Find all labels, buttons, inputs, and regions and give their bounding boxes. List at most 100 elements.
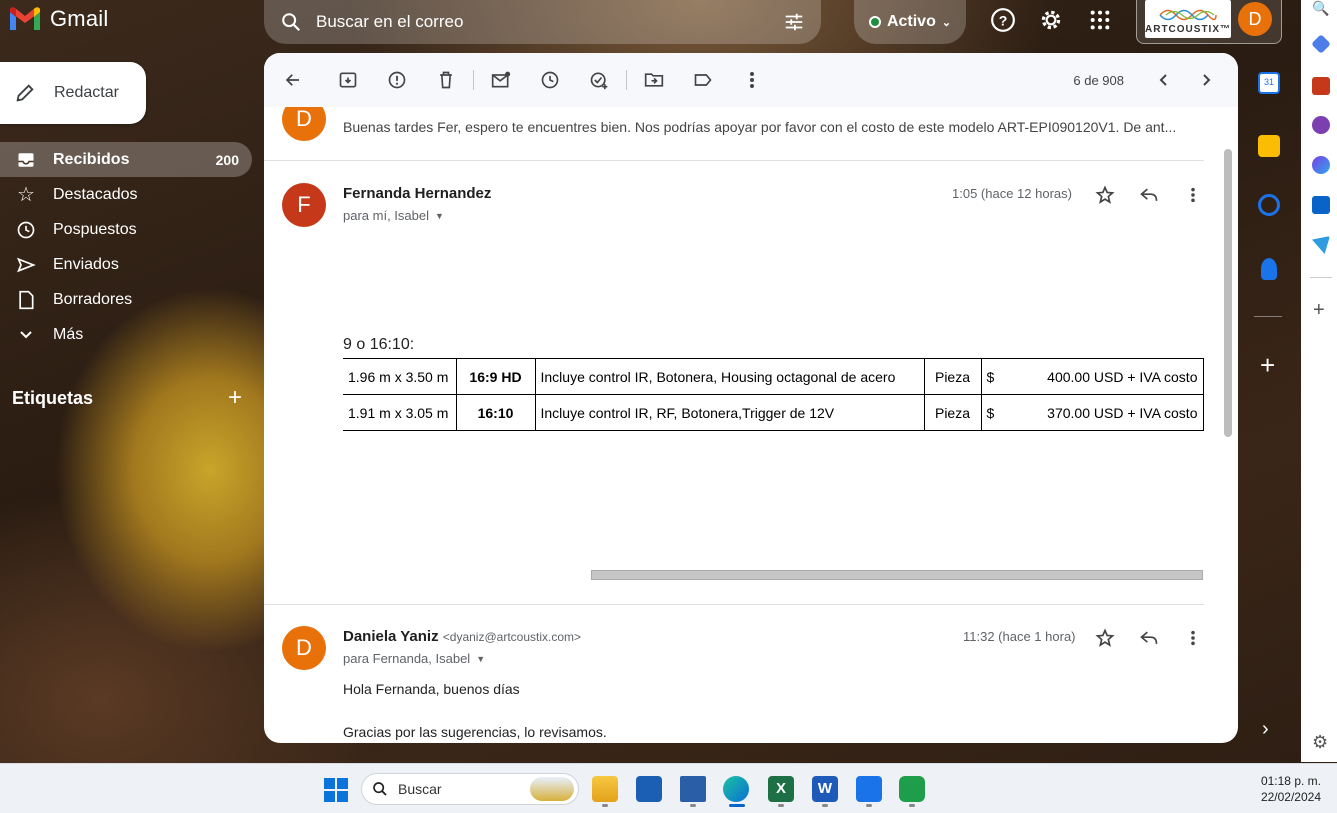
chat-app-icon[interactable]	[899, 776, 925, 802]
clock-time: 01:18 p. m.	[1260, 774, 1321, 788]
add-task-icon[interactable]	[586, 67, 612, 93]
copilot-icon[interactable]	[1312, 156, 1330, 174]
pencil-icon	[16, 84, 34, 102]
vertical-scrollbar[interactable]	[1224, 149, 1234, 743]
system-clock[interactable]: 01:18 p. m. 22/02/2024	[1261, 773, 1321, 805]
add-label-icon[interactable]: +	[228, 384, 242, 412]
sidebar-item-label: Borradores	[53, 290, 133, 308]
price-table: 1.96 m x 3.50 m 16:9 HD Incluye control …	[343, 358, 1204, 431]
send-icon	[16, 255, 36, 275]
newer-chevron-left-icon[interactable]	[1150, 67, 1176, 93]
sender-name: Daniela Yaniz	[343, 628, 439, 645]
file-explorer-icon[interactable]	[592, 776, 618, 802]
sidebar-nav: Recibidos 200 ☆ Destacados Pospuestos En…	[0, 142, 252, 352]
reply-icon[interactable]	[1137, 183, 1161, 207]
table-cell: $	[980, 358, 1023, 395]
sidebar-settings-gear-icon[interactable]: ⚙	[1312, 732, 1328, 753]
excel-icon[interactable]: X	[768, 776, 794, 802]
word-icon[interactable]: W	[812, 776, 838, 802]
brand-wave-icon	[1159, 9, 1217, 21]
contacts-icon[interactable]	[1261, 258, 1277, 280]
clock-date: 22/02/2024	[1260, 790, 1321, 804]
recipients-dropdown[interactable]: para mí, Isabel ▼	[343, 208, 444, 223]
reply-icon[interactable]	[1137, 626, 1161, 650]
search-options-icon[interactable]	[783, 11, 805, 33]
app-indicator	[822, 804, 828, 807]
horizontal-scrollbar[interactable]	[591, 570, 1203, 580]
search-icon[interactable]: 🔍	[1312, 0, 1330, 18]
labels-heading: Etiquetas	[12, 387, 94, 408]
body-line: Gracias por las sugerencias, lo revisamo…	[343, 724, 607, 740]
more-vert-icon[interactable]	[1181, 626, 1205, 650]
more-vert-icon[interactable]	[1181, 183, 1205, 207]
snooze-clock-icon[interactable]	[537, 67, 563, 93]
more-vert-icon[interactable]	[739, 67, 765, 93]
add-addon-icon[interactable]: +	[1260, 352, 1275, 378]
app-indicator	[866, 804, 872, 807]
table-cell: 400.00 USD + IVA costo	[1023, 358, 1204, 395]
clock-icon	[16, 220, 36, 240]
add-sidebar-app-icon[interactable]: +	[1313, 299, 1325, 322]
sender-name[interactable]: Fernanda Hernandez	[343, 185, 491, 202]
account-avatar[interactable]: D	[1238, 2, 1272, 36]
back-arrow-icon[interactable]	[280, 67, 306, 93]
status-dropdown[interactable]: Activo ⌄	[854, 0, 966, 44]
games-icon[interactable]	[1312, 116, 1330, 134]
move-to-icon[interactable]	[641, 67, 667, 93]
taskbar-search[interactable]: Buscar	[361, 773, 579, 805]
sidebar-item-sent[interactable]: Enviados	[0, 247, 252, 282]
trello-icon[interactable]	[856, 776, 882, 802]
table-cell: Incluye control IR, Botonera, Housing oc…	[534, 358, 925, 395]
table-row: 1.96 m x 3.50 m 16:9 HD Incluye control …	[343, 358, 1204, 395]
edge-browser-icon[interactable]	[723, 776, 749, 802]
recipients-label: para Fernanda, Isabel	[343, 651, 471, 666]
mark-unread-icon[interactable]	[488, 67, 514, 93]
older-chevron-right-icon[interactable]	[1194, 67, 1220, 93]
compose-button[interactable]: Redactar	[0, 62, 146, 124]
scrollbar-thumb[interactable]	[1224, 149, 1232, 437]
search-icon[interactable]	[280, 11, 302, 33]
recipients-label: para mí, Isabel	[343, 208, 429, 223]
sidebar-item-label: Enviados	[53, 255, 119, 273]
sidebar-item-snoozed[interactable]: Pospuestos	[0, 212, 252, 247]
message-position: 6 de 908	[1073, 72, 1124, 88]
network-app-icon[interactable]	[680, 776, 706, 802]
outlook-icon[interactable]	[1312, 196, 1330, 214]
microsoft-store-icon[interactable]	[636, 776, 662, 802]
star-icon[interactable]	[1093, 626, 1117, 650]
sidebar-item-inbox[interactable]: Recibidos 200	[0, 142, 252, 177]
keep-icon[interactable]	[1258, 135, 1280, 157]
sidebar-item-label: Destacados	[53, 185, 138, 203]
star-icon[interactable]	[1093, 183, 1117, 207]
sidebar-item-starred[interactable]: ☆ Destacados	[0, 177, 252, 212]
help-icon[interactable]: ?	[987, 4, 1019, 36]
status-indicator	[868, 16, 881, 28]
delete-trash-icon[interactable]	[433, 67, 459, 93]
draft-icon	[16, 290, 36, 310]
app-indicator	[909, 804, 915, 807]
search-bar[interactable]: Buscar en el correo	[264, 0, 821, 44]
search-input[interactable]: Buscar en el correo	[316, 12, 783, 32]
calendar-icon[interactable]: 31	[1258, 72, 1280, 94]
sidebar-divider	[1310, 277, 1332, 278]
chevron-down-icon	[16, 325, 36, 345]
expand-panel-chevron-icon[interactable]: ›	[1262, 718, 1269, 741]
toolbox-icon[interactable]	[1312, 77, 1330, 95]
archive-icon[interactable]	[335, 67, 361, 93]
recipients-dropdown[interactable]: para Fernanda, Isabel ▼	[343, 651, 485, 666]
report-spam-icon[interactable]	[384, 67, 410, 93]
active-app-indicator	[729, 804, 745, 807]
collapsed-message[interactable]: D Buenas tardes Fer, espero te encuentre…	[264, 97, 1204, 161]
apps-grid-icon[interactable]	[1084, 4, 1116, 36]
tasks-icon[interactable]	[1258, 194, 1280, 216]
unread-count: 200	[215, 151, 239, 168]
label-tag-icon[interactable]	[690, 67, 716, 93]
sender-block[interactable]: Daniela Yaniz <dyaniz@artcoustix.com>	[343, 628, 581, 645]
settings-gear-icon[interactable]	[1035, 4, 1067, 36]
sidebar-item-drafts[interactable]: Borradores	[0, 282, 252, 317]
gmail-logo[interactable]: Gmail	[8, 4, 108, 34]
sidebar-item-label: Recibidos	[53, 150, 130, 168]
sender-email: <dyaniz@artcoustix.com>	[442, 630, 582, 644]
windows-start-icon[interactable]	[324, 778, 348, 802]
sidebar-item-more[interactable]: Más	[0, 317, 252, 352]
